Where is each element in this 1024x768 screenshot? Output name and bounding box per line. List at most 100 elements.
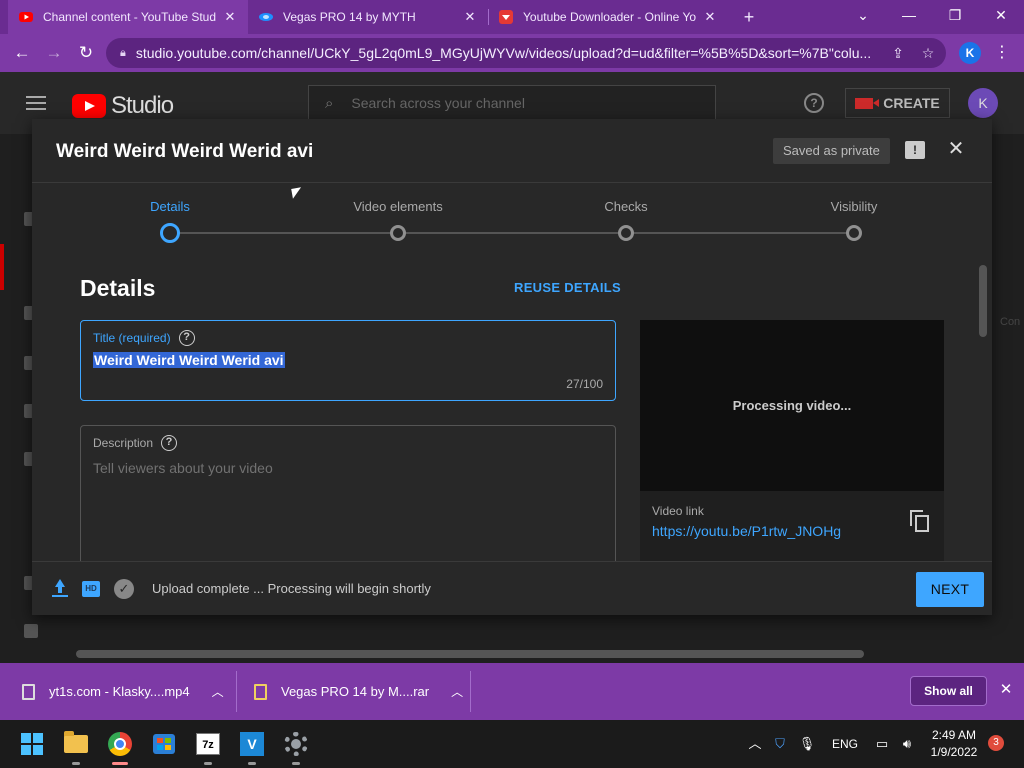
step-video-elements-label[interactable]: Video elements (353, 199, 442, 214)
network-icon[interactable]: ▭ (872, 734, 892, 754)
video-link-label: Video link (652, 504, 704, 518)
step-visibility-dot[interactable] (846, 225, 862, 241)
minimize-button[interactable]: — (886, 0, 932, 30)
back-arrow-icon[interactable]: ← (10, 41, 34, 65)
bookmark-star-icon[interactable]: ☆ (918, 43, 938, 63)
download-item-mp4[interactable]: yt1s.com - Klasky....mp4 ︿ (22, 663, 224, 720)
step-visibility-label[interactable]: Visibility (831, 199, 878, 214)
search-placeholder: Search across your channel (351, 95, 525, 111)
chrome-profile-avatar[interactable]: K (959, 42, 981, 64)
window-close-button[interactable]: ✕ (978, 0, 1024, 30)
myth-favicon-icon (259, 13, 273, 21)
mouse-cursor-icon (291, 187, 303, 199)
tab-search-chevron-icon[interactable]: ⌄ (840, 0, 886, 30)
start-button[interactable] (16, 728, 48, 760)
store-taskbar-button[interactable] (148, 728, 180, 760)
defender-shield-icon[interactable]: ⛉ (770, 734, 790, 754)
chevron-up-icon[interactable]: ︿ (451, 683, 463, 700)
youtube-play-icon (72, 94, 106, 118)
taskbar-running-indicator (248, 762, 256, 765)
step-checks-label[interactable]: Checks (604, 199, 647, 214)
channel-search-input[interactable]: ⌕ Search across your channel (308, 85, 716, 121)
create-label: CREATE (883, 95, 940, 111)
address-bar[interactable]: 🔒︎ studio.youtube.com/channel/UCkY_5gL2q… (106, 38, 946, 68)
copy-icon[interactable] (910, 510, 930, 532)
saved-status-badge: Saved as private (773, 138, 890, 164)
title-input-value[interactable]: Weird Weird Weird Werid avi (93, 352, 285, 368)
step-details-label[interactable]: Details (150, 199, 190, 214)
next-button[interactable]: NEXT (916, 572, 984, 607)
step-checks-dot[interactable] (618, 225, 634, 241)
tab-youtube-downloader[interactable]: Youtube Downloader - Online Youtube ✕ (488, 0, 728, 34)
restore-button[interactable]: ❐ (932, 0, 978, 30)
page-horizontal-scrollbar[interactable] (76, 650, 864, 658)
help-icon[interactable]: ? (804, 93, 824, 113)
details-form: Details REUSE DETAILS Title (required) ?… (32, 249, 992, 561)
upload-status-text: Upload complete ... Processing will begi… (152, 581, 431, 596)
new-tab-button[interactable]: + (738, 6, 760, 28)
youtube-favicon-icon (19, 12, 33, 22)
description-help-icon[interactable]: ? (161, 435, 178, 451)
processing-text: Processing video... (732, 398, 852, 413)
forward-arrow-icon[interactable]: → (42, 41, 66, 65)
7zip-taskbar-button[interactable]: 7z (192, 728, 224, 760)
chevron-up-icon[interactable]: ︿ (212, 683, 224, 700)
vegas-taskbar-button[interactable]: V (236, 728, 268, 760)
file-icon (22, 683, 35, 700)
file-explorer-button[interactable] (60, 728, 92, 760)
volume-icon[interactable]: 🔊︎ (897, 734, 917, 754)
windows-taskbar: 7z V ︿ ⛉ 🎙︎ ENG ▭ 🔊︎ 2:49 AM 1/9/2022 3 (0, 720, 1024, 768)
search-icon: ⌕ (325, 94, 334, 112)
dialog-close-icon[interactable]: ✕ (945, 138, 967, 160)
taskbar-running-indicator (292, 762, 300, 765)
notification-badge[interactable]: 3 (988, 735, 1004, 751)
tab-youtube-studio[interactable]: Channel content - YouTube Studio ✕ (8, 0, 248, 34)
tab-vegas-pro[interactable]: Vegas PRO 14 by MYTH ✕ (248, 0, 488, 34)
close-shelf-icon[interactable]: ✕ (997, 680, 1015, 700)
reuse-details-button[interactable]: REUSE DETAILS (514, 280, 621, 295)
step-details-dot[interactable] (160, 223, 180, 243)
show-all-downloads-button[interactable]: Show all (910, 676, 987, 706)
download-filename: Vegas PRO 14 by M....rar (281, 684, 430, 699)
create-button[interactable]: CREATE (845, 88, 950, 118)
tab-close-icon[interactable]: ✕ (222, 9, 238, 25)
tab-title: Youtube Downloader - Online Youtube (523, 10, 696, 24)
language-indicator[interactable]: ENG (832, 720, 858, 768)
video-preview-player: Processing video... (640, 320, 944, 491)
taskbar-active-indicator (112, 762, 128, 765)
download-filename: yt1s.com - Klasky....mp4 (49, 684, 190, 699)
taskbar-running-indicator (204, 762, 212, 765)
downloader-favicon-icon (499, 10, 513, 24)
title-help-icon[interactable]: ? (178, 330, 195, 346)
send-feedback-icon[interactable]: ! (905, 141, 925, 159)
tab-close-icon[interactable]: ✕ (462, 9, 478, 25)
store-icon (153, 734, 175, 754)
title-field[interactable]: Title (required) ? Weird Weird Weird Wer… (80, 320, 616, 401)
url-text: studio.youtube.com/channel/UCkY_5gL2q0mL… (135, 45, 872, 61)
download-item-rar[interactable]: Vegas PRO 14 by M....rar ︿ (254, 663, 463, 720)
channel-avatar[interactable]: K (968, 88, 998, 118)
dialog-scrollbar[interactable] (979, 265, 987, 337)
download-shelf: yt1s.com - Klasky....mp4 ︿ Vegas PRO 14 … (0, 663, 1024, 720)
tab-close-icon[interactable]: ✕ (702, 9, 718, 25)
description-field-label: Description ? (93, 435, 178, 451)
youtube-studio-logo[interactable]: Studio (72, 92, 174, 120)
feedback-icon[interactable] (24, 624, 38, 638)
description-placeholder: Tell viewers about your video (93, 460, 273, 476)
microphone-icon[interactable]: 🎙︎ (797, 734, 817, 754)
reload-icon[interactable]: ↻ (74, 41, 98, 65)
settings-taskbar-button[interactable] (280, 728, 312, 760)
clock-time: 2:49 AM (931, 728, 977, 742)
step-video-elements-dot[interactable] (390, 225, 406, 241)
video-link-url[interactable]: https://youtu.be/P1rtw_JNOHg (652, 523, 841, 539)
system-clock[interactable]: 2:49 AM 1/9/2022 (928, 727, 980, 761)
tray-overflow-chevron-icon[interactable]: ︿ (745, 734, 765, 754)
chrome-taskbar-button[interactable] (104, 728, 136, 760)
lock-icon: 🔒︎ (120, 46, 126, 59)
chrome-menu-icon[interactable]: ⋮ (994, 42, 1010, 64)
studio-wordmark: Studio (111, 92, 174, 119)
hamburger-menu-icon[interactable] (26, 96, 46, 110)
share-icon[interactable]: ⇪ (888, 43, 908, 63)
description-field[interactable]: Description ? Tell viewers about your vi… (80, 425, 616, 561)
video-preview-card: Processing video... Video link https://y… (640, 320, 944, 561)
